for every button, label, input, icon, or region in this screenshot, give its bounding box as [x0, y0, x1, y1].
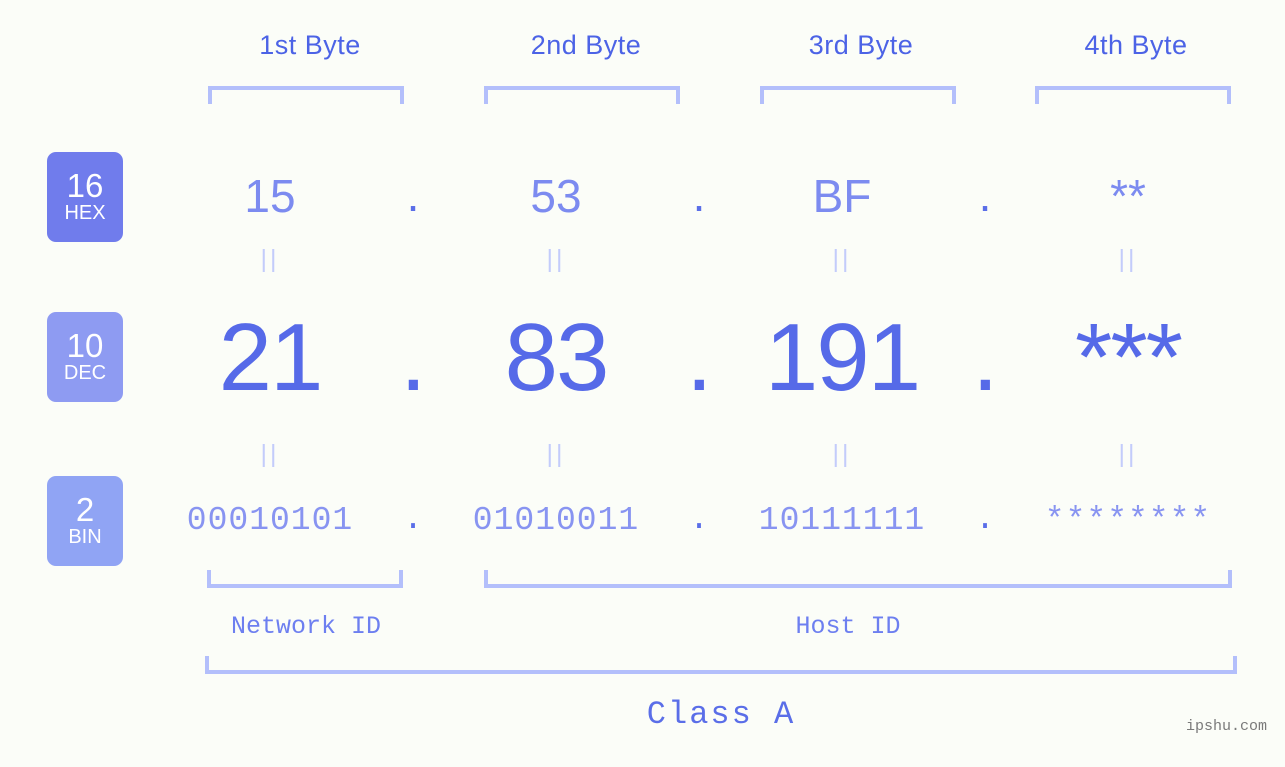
base-badge-dec: 10 DEC — [47, 312, 123, 402]
equals-spacer-4 — [400, 440, 426, 469]
equals-mark-4: || — [1118, 245, 1138, 273]
network-id-label: Network ID — [230, 612, 382, 641]
equals-mark-1: || — [260, 245, 280, 273]
dec-octet-4: *** — [1074, 304, 1183, 411]
base-badge-hex: 16 HEX — [47, 152, 123, 242]
bin-separator-3: . — [975, 501, 995, 539]
hex-separator-2: . — [692, 169, 706, 222]
equals-mark-6: || — [546, 440, 566, 468]
byte-header-label-1: 1st Byte — [259, 30, 361, 60]
hex-octet-4: ** — [1110, 170, 1146, 222]
byte-bracket-2 — [484, 86, 680, 104]
host-id-label: Host ID — [795, 612, 901, 641]
equals-row-dec-bin: || || || || — [140, 440, 1285, 469]
equals-mark-3: || — [832, 245, 852, 273]
equals-spacer-6 — [972, 440, 998, 469]
equals-spacer-2 — [686, 245, 712, 274]
base-badge-dec-unit: DEC — [63, 362, 107, 384]
hex-octet-1: 15 — [244, 170, 296, 222]
dec-separator-1: . — [400, 304, 427, 412]
byte-bracket-4 — [1035, 86, 1231, 104]
dec-octet-1: 21 — [218, 304, 324, 411]
equals-mark-7: || — [832, 440, 852, 468]
bin-octet-4: ******** — [1044, 501, 1212, 539]
bin-separator-2: . — [689, 501, 709, 539]
base-badge-bin: 2 BIN — [47, 476, 123, 566]
base-badge-bin-unit: BIN — [68, 526, 102, 548]
host-id-bracket — [484, 570, 1232, 588]
address-class-label: Class A — [646, 696, 796, 733]
bin-octet-3: 10111111 — [758, 501, 926, 539]
dec-separator-3: . — [972, 304, 999, 412]
bin-octet-1: 00010101 — [186, 501, 354, 539]
class-bracket — [205, 656, 1237, 674]
bin-separator-1: . — [403, 501, 423, 539]
equals-mark-5: || — [260, 440, 280, 468]
base-badge-hex-number: 16 — [66, 167, 104, 204]
byte-header-label-3: 3rd Byte — [808, 30, 914, 60]
dec-value-row: 21 . 83 . 191 . *** — [140, 295, 1285, 421]
site-watermark: ipshu.com — [1185, 718, 1267, 735]
bin-octet-2: 01010011 — [472, 501, 640, 539]
dec-separator-2: . — [686, 304, 713, 412]
hex-octet-2: 53 — [530, 170, 582, 222]
equals-spacer-1 — [400, 245, 426, 274]
byte-header-label-2: 2nd Byte — [530, 30, 642, 60]
equals-mark-8: || — [1118, 440, 1138, 468]
equals-row-hex-dec: || || || || — [140, 245, 1285, 274]
hex-value-row: 15 . 53 . BF . ** — [140, 148, 1285, 244]
equals-mark-2: || — [546, 245, 566, 273]
hex-octet-3: BF — [812, 170, 872, 222]
base-badge-hex-unit: HEX — [64, 202, 106, 224]
byte-header-label-4: 4th Byte — [1084, 30, 1188, 60]
byte-bracket-1 — [208, 86, 404, 104]
dec-octet-3: 191 — [764, 304, 921, 411]
equals-spacer-3 — [972, 245, 998, 274]
hex-separator-3: . — [978, 169, 992, 222]
network-id-bracket — [207, 570, 403, 588]
base-badge-dec-number: 10 — [66, 327, 104, 364]
bin-value-row: 00010101 . 01010011 . 10111111 . *******… — [140, 492, 1285, 548]
byte-bracket-3 — [760, 86, 956, 104]
base-badge-bin-number: 2 — [75, 491, 95, 528]
equals-spacer-5 — [686, 440, 712, 469]
dec-octet-2: 83 — [504, 304, 610, 411]
ip-address-breakdown-diagram: 1st Byte 2nd Byte 3rd Byte 4th Byte 16 H… — [0, 0, 1285, 767]
hex-separator-1: . — [406, 169, 420, 222]
